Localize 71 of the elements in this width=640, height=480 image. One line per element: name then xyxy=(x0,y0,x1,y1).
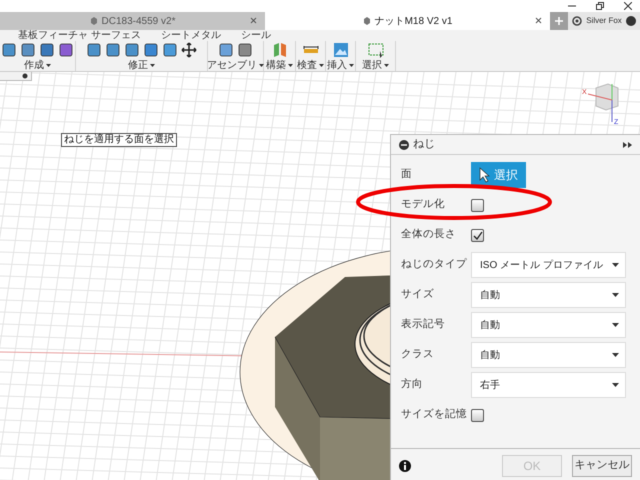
shape-tool-icon[interactable] xyxy=(162,42,178,58)
tooltip: ねじを適用する面を選択 xyxy=(61,133,177,147)
toolbar-group-label[interactable]: 選択 xyxy=(362,60,382,70)
dropdown[interactable]: 右手 xyxy=(471,372,626,398)
planes-icon[interactable] xyxy=(272,42,288,58)
caret-icon xyxy=(612,383,619,387)
dropdown[interactable]: 自動 xyxy=(471,312,626,338)
close-tab-icon[interactable] xyxy=(535,17,542,24)
shape-tool-icon[interactable] xyxy=(20,42,36,58)
dropdown[interactable]: ISO メートル プロファイル xyxy=(471,252,626,278)
toolbar-section-label[interactable]: 基板フィーチャ サーフェス xyxy=(18,30,141,41)
caret-icon[interactable] xyxy=(288,64,293,66)
document-tab[interactable]: ナットM18 V2 v1 xyxy=(265,12,550,30)
caret-icon[interactable] xyxy=(319,64,324,66)
close-icon[interactable] xyxy=(624,2,632,10)
toolbar-group-label[interactable]: 修正 xyxy=(128,60,148,70)
shape-tool-icon[interactable] xyxy=(58,42,74,58)
shape-tool-icon[interactable] xyxy=(143,42,159,58)
new-tab-icon[interactable] xyxy=(555,17,563,25)
shape-tool-icon[interactable] xyxy=(218,42,234,58)
caret-icon xyxy=(612,323,619,327)
shape-tool-icon[interactable] xyxy=(1,42,17,58)
caret-icon[interactable] xyxy=(384,64,389,66)
field-label: 面 xyxy=(401,167,413,182)
caret-icon[interactable] xyxy=(46,64,51,66)
field-label: モデル化 xyxy=(401,197,446,212)
field-label: サイズ xyxy=(401,287,435,302)
cube-icon xyxy=(90,16,98,26)
field-label: 表示記号 xyxy=(401,317,446,332)
caret-icon[interactable] xyxy=(349,64,354,66)
toolbar-group-label[interactable]: 検査 xyxy=(297,60,317,70)
field-label: 全体の長さ xyxy=(401,227,457,242)
toolbar-group-label[interactable]: 挿入 xyxy=(327,60,347,70)
close-tab-icon[interactable] xyxy=(250,17,257,24)
info-icon[interactable] xyxy=(399,460,411,472)
shape-tool-icon[interactable] xyxy=(105,42,121,58)
field-label: ねじのタイプ xyxy=(401,257,468,272)
cube-icon xyxy=(362,16,371,26)
collapse-icon[interactable] xyxy=(399,140,409,150)
cursor-icon xyxy=(479,167,490,183)
toolbar-section-label[interactable]: シール xyxy=(240,30,271,41)
shape-tool-icon[interactable] xyxy=(39,42,55,58)
checkbox[interactable] xyxy=(471,198,484,212)
checkbox[interactable] xyxy=(471,408,484,422)
caret-icon[interactable] xyxy=(259,64,264,66)
toolbar-section-label[interactable]: シートメタル xyxy=(160,30,221,41)
field-label: サイズを記憶 xyxy=(401,407,468,422)
toolbar-group-label[interactable]: 作成 xyxy=(24,60,44,70)
caret-icon[interactable] xyxy=(150,64,155,66)
shape-tool-icon[interactable] xyxy=(124,42,140,58)
shape-tool-icon[interactable] xyxy=(237,42,253,58)
caret-icon xyxy=(612,353,619,357)
expand-icon[interactable] xyxy=(623,142,632,148)
check-icon xyxy=(472,230,482,240)
field-label: クラス xyxy=(401,347,435,362)
checkbox[interactable] xyxy=(471,228,484,242)
dropdown[interactable]: 自動 xyxy=(471,342,626,368)
field-label: 方向 xyxy=(401,377,424,392)
document-tab[interactable]: DC183-4559 v2* xyxy=(0,12,265,30)
dropdown[interactable]: 自動 xyxy=(471,282,626,308)
toolbar-group-label[interactable]: 構築 xyxy=(266,60,286,70)
dialog-button[interactable]: キャンセル xyxy=(572,454,632,476)
dialog-title: ねじ xyxy=(413,137,436,152)
caret-icon xyxy=(612,293,619,297)
toolbar-group-label[interactable]: アセンブリ xyxy=(207,60,257,70)
clock-icon[interactable] xyxy=(572,16,582,26)
move-arrows-icon[interactable] xyxy=(181,42,197,58)
shape-tool-icon[interactable] xyxy=(86,42,102,58)
picture-icon[interactable] xyxy=(332,42,348,58)
select-box-icon[interactable] xyxy=(368,42,384,58)
restore-icon[interactable] xyxy=(596,2,604,10)
